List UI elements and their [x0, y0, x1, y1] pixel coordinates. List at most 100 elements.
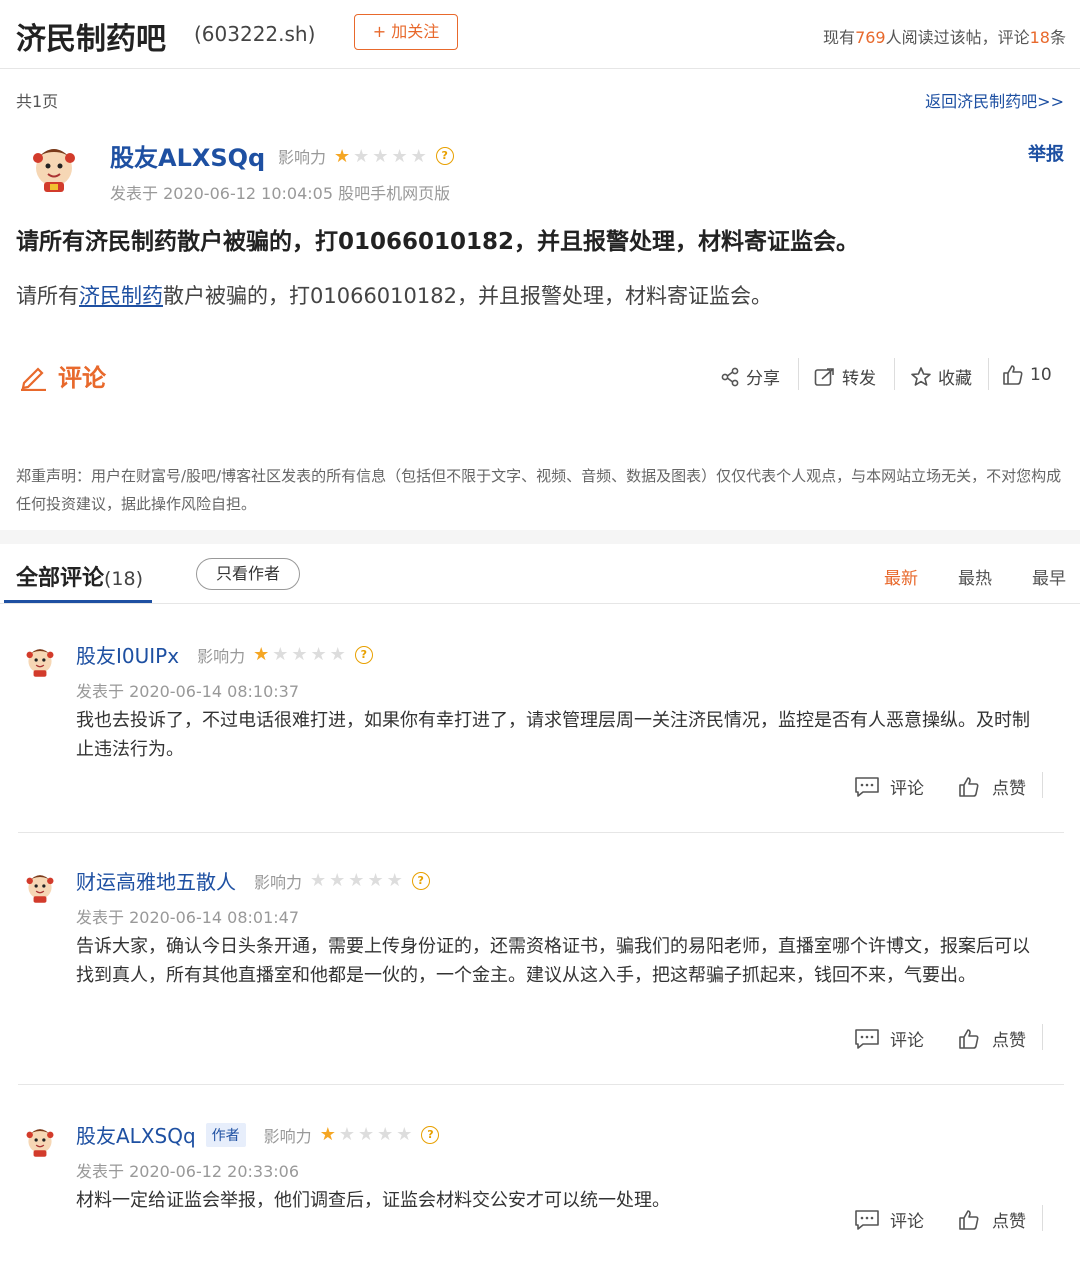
star-icon: ★	[291, 644, 308, 665]
comment-label: 评论	[58, 364, 106, 392]
forward-icon	[814, 367, 834, 386]
star-icon: ★	[353, 145, 370, 167]
thumbs-up-icon	[959, 776, 979, 797]
action-divider	[1042, 772, 1043, 798]
comment-text: 我也去投诉了，不过电话很难打进，如果你有幸打进了，请求管理层周一关注济民情况，监…	[76, 710, 1030, 760]
reply-button[interactable]: 评论	[854, 774, 924, 799]
comment-time: 发表于 2020-06-14 08:10:37	[76, 682, 300, 701]
comment-bubble-icon	[855, 1028, 879, 1049]
back-to-bar-link[interactable]: 返回济民制药吧>>	[925, 88, 1064, 112]
star-icon: ★	[410, 145, 427, 167]
bar-title[interactable]: 济民制药吧	[16, 14, 166, 58]
help-icon[interactable]: ?	[354, 645, 373, 664]
share-label: 分享	[746, 369, 780, 389]
stats-prefix: 现有	[823, 28, 856, 47]
reply-button[interactable]: 评论	[854, 1026, 924, 1051]
thumbs-up-icon	[959, 1028, 979, 1049]
sort-hottest[interactable]: 最热	[958, 564, 992, 589]
sort-earliest[interactable]: 最早	[1032, 564, 1066, 589]
influence-label: 影响力	[263, 1126, 312, 1146]
reader-count: 769	[855, 28, 886, 47]
comment-count: 18	[1029, 28, 1050, 47]
forward-button[interactable]: 转发	[814, 364, 876, 389]
reply-label: 评论	[890, 779, 924, 799]
action-divider	[988, 358, 989, 390]
star-icon: ★	[372, 145, 389, 167]
sort-newest[interactable]: 最新	[884, 564, 918, 589]
stats-suffix: 条	[1049, 28, 1066, 47]
help-icon[interactable]: ?	[435, 147, 454, 165]
thumbs-up-icon	[959, 1209, 979, 1230]
like-button[interactable]: 点赞	[958, 1026, 1026, 1051]
post-meta: 发表于 2020-06-12 10:04:05 股吧手机网页版	[110, 184, 451, 203]
collect-label: 收藏	[938, 369, 972, 389]
section-separator	[0, 530, 1080, 544]
star-icon: ★	[329, 870, 346, 891]
influence-label: 影响力	[197, 646, 246, 666]
commenter-avatar[interactable]	[22, 868, 58, 904]
stock-code: (603222.sh)	[194, 22, 316, 46]
influence-label: 影响力	[278, 148, 327, 167]
influence-label: 影响力	[254, 872, 303, 892]
follow-button[interactable]: + 加关注	[354, 14, 458, 50]
stock-link[interactable]: 济民制药	[79, 284, 163, 308]
comment-item: 股友I0UIPx 影响力 ★ ★ ★ ★ ★ ? 发表于 2020-06-14 08:1…	[0, 620, 1080, 834]
post-author-name[interactable]: 股友ALXSQq	[110, 138, 265, 173]
star-icon: ★	[396, 1124, 413, 1145]
star-icon: ★	[386, 870, 403, 891]
reply-label: 评论	[890, 1031, 924, 1051]
like-label: 点赞	[992, 1212, 1026, 1232]
tab-all-comments[interactable]: 全部评论(18)	[16, 560, 143, 592]
star-icon: ★	[310, 870, 327, 891]
star-icon: ★	[338, 1124, 355, 1145]
commenter-name[interactable]: 股友I0UIPx	[76, 640, 179, 669]
author-only-label: 只看作者	[215, 564, 280, 583]
star-icon: ★	[334, 145, 351, 167]
pencil-icon	[21, 366, 46, 391]
like-button[interactable]: 点赞	[958, 774, 1026, 799]
help-icon[interactable]: ?	[421, 1125, 440, 1144]
action-divider	[894, 358, 895, 390]
post-influence: 影响力 ★ ★ ★ ★ ★ ?	[278, 144, 454, 168]
like-count: 10	[1030, 365, 1052, 385]
report-link[interactable]: 举报	[1028, 140, 1064, 166]
body-prefix: 请所有	[16, 284, 79, 308]
like-button[interactable]: 点赞	[958, 1207, 1026, 1232]
commenter-name[interactable]: 股友ALXSQq	[76, 1120, 196, 1149]
star-icon: ★	[253, 644, 270, 665]
star-icon: ★	[319, 1124, 336, 1145]
header-divider	[0, 68, 1080, 69]
share-button[interactable]: 分享	[720, 364, 780, 389]
like-button[interactable]: 10	[1002, 364, 1052, 386]
reply-button[interactable]: 评论	[854, 1207, 924, 1232]
stats-mid: 人阅读过该帖，评论	[885, 28, 1030, 47]
post-author-avatar[interactable]	[26, 138, 82, 194]
help-icon[interactable]: ?	[411, 871, 430, 890]
comment-divider	[18, 832, 1064, 833]
commenter-avatar[interactable]	[22, 642, 58, 678]
page-count: 共1页	[16, 92, 59, 111]
influence-stars: ★ ★ ★ ★ ★	[334, 147, 430, 166]
star-icon: ★	[357, 1124, 375, 1145]
tab-label: 全部评论	[16, 566, 105, 591]
comment-button[interactable]: 评论	[18, 358, 106, 393]
commenter-name[interactable]: 财运高雅地五散人	[76, 866, 236, 895]
action-divider	[1042, 1205, 1043, 1231]
action-divider	[1042, 1024, 1043, 1050]
author-only-button[interactable]: 只看作者	[196, 558, 300, 590]
forward-label: 转发	[842, 369, 876, 389]
star-icon: ★	[391, 145, 408, 167]
star-icon: ★	[329, 644, 346, 665]
follow-label: + 加关注	[372, 22, 440, 41]
star-icon: ★	[348, 870, 365, 891]
comment-time: 发表于 2020-06-14 08:01:47	[76, 908, 300, 927]
thumbs-up-icon	[1003, 365, 1023, 385]
comment-item: 财运高雅地五散人 影响力 ★ ★ ★ ★ ★ ? 发表于 2020-06-14 08:0…	[0, 846, 1080, 1086]
commenter-avatar[interactable]	[22, 1122, 58, 1158]
body-suffix: 散户被骗的，打01066010182，并且报警处理，材料寄证监会。	[163, 284, 772, 308]
comment-time: 发表于 2020-06-12 20:33:06	[76, 1162, 300, 1181]
collect-button[interactable]: 收藏	[910, 364, 972, 389]
influence-stars: ★ ★ ★ ★ ★	[310, 871, 406, 890]
star-icon: ★	[310, 644, 327, 665]
influence-stars: ★ ★ ★ ★ ★	[253, 645, 349, 664]
